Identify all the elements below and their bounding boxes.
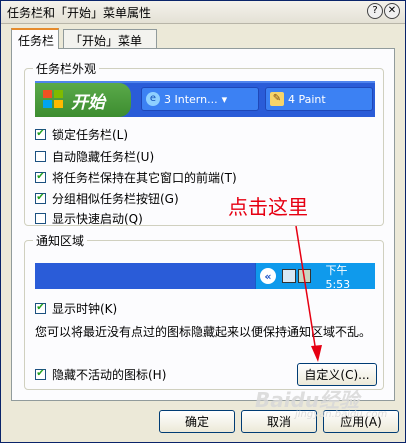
- appearance-group-title: 任务栏外观: [33, 60, 100, 77]
- paint-icon: ✎: [270, 92, 284, 106]
- clock-text: 下午 5:53: [325, 263, 351, 291]
- option-auto-hide[interactable]: 自动隐藏任务栏(U): [35, 147, 154, 165]
- option-label: 自动隐藏任务栏(U): [52, 149, 155, 164]
- checkbox-show-clock[interactable]: ✔: [35, 302, 46, 314]
- system-tray-preview: « 下午 5:53: [255, 263, 375, 291]
- option-keep-on-top[interactable]: ✔ 将任务栏保持在其它窗口的前端(T): [35, 168, 237, 186]
- tab-taskbar[interactable]: 任务栏: [11, 28, 59, 49]
- option-label: 锁定任务栏(L): [52, 127, 129, 142]
- network-icon: [281, 269, 296, 283]
- tab-start-menu[interactable]: 「开始」菜单: [63, 29, 157, 48]
- option-label: 显示快速启动(Q): [52, 211, 143, 226]
- checkbox-group-buttons[interactable]: ✔: [35, 192, 46, 204]
- option-group-buttons[interactable]: ✔ 分组相似任务栏按钮(G): [35, 189, 179, 207]
- info-text: 您可以将最近没有点过的图标隐藏起来以便保持通知区域不乱。: [35, 325, 372, 339]
- task1-arrow: ▾: [221, 92, 228, 106]
- task1-label: 3 Intern...: [164, 92, 218, 106]
- option-label: 显示时钟(K): [52, 301, 118, 316]
- annotation-text: 点击这里: [228, 195, 308, 219]
- internet-explorer-icon: e: [146, 92, 160, 106]
- appearance-group: 任务栏外观 开始 e 3 Intern... ▾ ✎ 4 Paint ✔ 锁定任…: [24, 60, 384, 227]
- tray-preview: « 下午 5:53: [35, 263, 375, 291]
- option-lock-taskbar[interactable]: ✔ 锁定任务栏(L): [35, 125, 128, 143]
- option-quick-launch[interactable]: 显示快速启动(Q): [35, 209, 143, 227]
- customize-button[interactable]: 自定义(C)...: [297, 363, 377, 386]
- task2-label: 4 Paint: [288, 92, 326, 106]
- taskbar-button-internet: e 3 Intern... ▾: [141, 87, 259, 111]
- question-icon[interactable]: ?: [367, 3, 383, 19]
- taskbar-button-paint: ✎ 4 Paint: [265, 87, 373, 111]
- checkbox-keep-on-top[interactable]: ✔: [35, 171, 46, 183]
- start-label: 开始: [71, 92, 105, 113]
- title-controls: ? ✕: [367, 3, 401, 21]
- properties-dialog: 任务栏和「开始」菜单属性 ? ✕ 任务栏 「开始」菜单 任务栏外观 开始 e 3…: [0, 0, 406, 443]
- window-title: 任务栏和「开始」菜单属性: [7, 6, 152, 20]
- watermark-sub: jingyan.baidu.com: [295, 409, 388, 420]
- ok-button[interactable]: 确定: [159, 410, 235, 433]
- notification-group-title: 通知区域: [33, 232, 88, 249]
- taskbar-preview: 开始 e 3 Intern... ▾ ✎ 4 Paint: [35, 81, 375, 117]
- option-label: 分组相似任务栏按钮(G): [52, 191, 179, 206]
- watermark: Baidu经验 jingyan.baidu.com: [255, 384, 387, 420]
- checkbox-lock-taskbar[interactable]: ✔: [35, 128, 46, 140]
- option-hide-inactive[interactable]: ✔ 隐藏不活动的图标(H): [35, 365, 166, 383]
- checkbox-auto-hide[interactable]: [35, 150, 46, 162]
- chevron-left-icon: «: [260, 268, 276, 284]
- checkbox-quick-launch[interactable]: [35, 212, 46, 224]
- volume-icon: [297, 269, 312, 283]
- title-bar: 任务栏和「开始」菜单属性 ? ✕: [1, 1, 405, 24]
- option-label: 将任务栏保持在其它窗口的前端(T): [52, 170, 237, 185]
- notification-group: 通知区域 « 下午 5:53 ✔ 显示时钟(K) 您可以将最近没有点过的图标隐藏…: [24, 232, 384, 390]
- checkbox-hide-inactive[interactable]: ✔: [35, 368, 46, 380]
- start-button-preview: 开始: [35, 83, 131, 117]
- option-show-clock[interactable]: ✔ 显示时钟(K): [35, 299, 117, 317]
- close-icon[interactable]: ✕: [384, 3, 400, 19]
- windows-logo-icon: [43, 90, 65, 110]
- option-label: 隐藏不活动的图标(H): [52, 367, 167, 382]
- tab-panel: 任务栏外观 开始 e 3 Intern... ▾ ✎ 4 Paint ✔ 锁定任…: [11, 48, 395, 401]
